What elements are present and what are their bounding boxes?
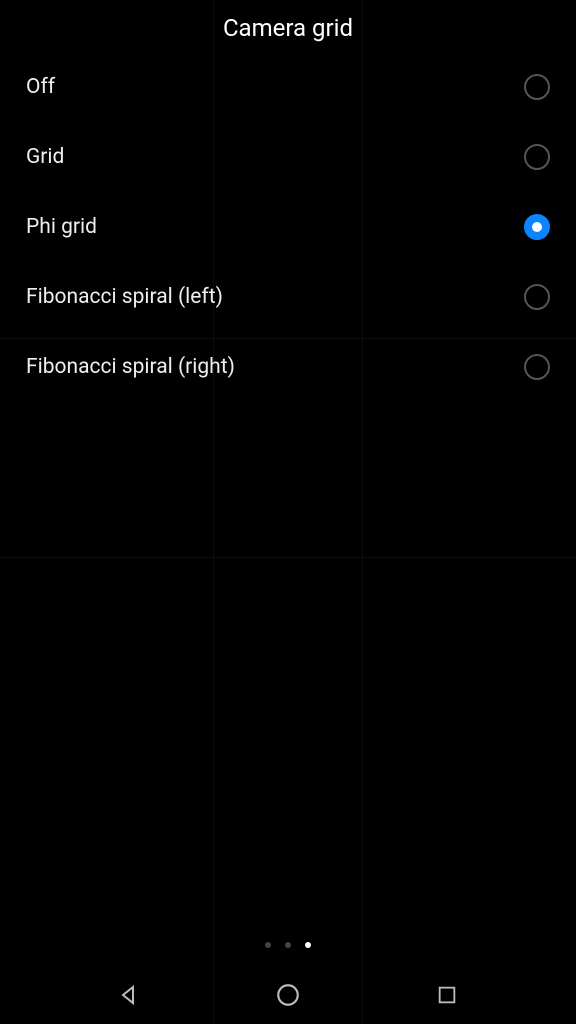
option-fib-left[interactable]: Fibonacci spiral (left) bbox=[0, 262, 576, 332]
dot bbox=[265, 942, 271, 948]
radio-icon bbox=[524, 284, 550, 310]
option-label: Off bbox=[26, 75, 55, 99]
dot-active bbox=[305, 942, 311, 948]
radio-icon bbox=[524, 74, 550, 100]
option-phi-grid[interactable]: Phi grid bbox=[0, 192, 576, 262]
dot bbox=[285, 942, 291, 948]
radio-icon bbox=[524, 144, 550, 170]
pagination-dots bbox=[0, 942, 576, 948]
page-title: Camera grid bbox=[0, 0, 576, 52]
option-grid[interactable]: Grid bbox=[0, 122, 576, 192]
radio-icon bbox=[524, 354, 550, 380]
option-label: Fibonacci spiral (left) bbox=[26, 285, 223, 309]
back-icon[interactable] bbox=[115, 981, 143, 1009]
home-icon[interactable] bbox=[274, 981, 302, 1009]
recent-apps-icon[interactable] bbox=[433, 981, 461, 1009]
option-list: Off Grid Phi grid Fibonacci spiral (left… bbox=[0, 52, 576, 402]
option-fib-right[interactable]: Fibonacci spiral (right) bbox=[0, 332, 576, 402]
option-label: Grid bbox=[26, 145, 64, 169]
option-label: Phi grid bbox=[26, 215, 97, 239]
option-off[interactable]: Off bbox=[0, 52, 576, 122]
radio-icon-selected bbox=[524, 214, 550, 240]
system-navbar bbox=[0, 966, 576, 1024]
option-label: Fibonacci spiral (right) bbox=[26, 355, 235, 379]
